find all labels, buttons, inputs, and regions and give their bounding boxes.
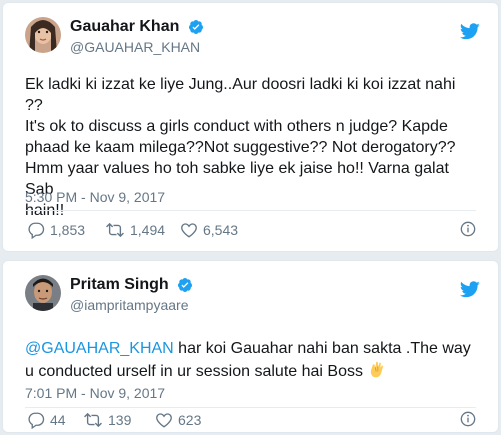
retweet-count: 139 bbox=[108, 412, 132, 428]
reply-icon bbox=[28, 222, 45, 239]
avatar[interactable] bbox=[25, 17, 61, 53]
reply-count: 44 bbox=[50, 412, 66, 428]
twitter-bird-icon[interactable] bbox=[460, 23, 480, 40]
display-name[interactable]: Gauahar Khan bbox=[70, 18, 179, 36]
like-button[interactable]: 6,543 bbox=[180, 221, 238, 239]
mention-link[interactable]: @GAUAHAR_KHAN bbox=[25, 340, 174, 357]
retweet-icon bbox=[106, 222, 124, 238]
avatar[interactable] bbox=[25, 275, 61, 311]
info-icon[interactable] bbox=[460, 221, 476, 237]
timestamp[interactable]: 7:01 PM - Nov 9, 2017 bbox=[25, 385, 165, 401]
verified-badge-icon bbox=[188, 20, 203, 34]
heart-icon bbox=[156, 413, 172, 428]
display-name[interactable]: Pritam Singh bbox=[70, 276, 169, 294]
like-button[interactable]: 623 bbox=[155, 411, 201, 429]
like-count: 623 bbox=[178, 412, 202, 428]
reply-button[interactable]: 44 bbox=[27, 411, 66, 429]
action-bar: 44 139 623 bbox=[25, 407, 476, 434]
retweet-icon bbox=[84, 412, 102, 428]
tweet-card[interactable]: Pritam Singh @iampritampyaare @GAUAHAR_K… bbox=[2, 260, 499, 433]
like-count: 6,543 bbox=[203, 222, 239, 238]
handle[interactable]: @GAUAHAR_KHAN bbox=[70, 39, 204, 55]
timestamp[interactable]: 5:30 PM - Nov 9, 2017 bbox=[25, 189, 165, 205]
reply-count: 1,853 bbox=[50, 222, 86, 238]
retweet-button[interactable]: 139 bbox=[83, 411, 131, 429]
handle[interactable]: @iampritampyaare bbox=[70, 297, 193, 313]
info-icon[interactable] bbox=[460, 411, 476, 427]
heart-icon bbox=[181, 223, 197, 238]
clapping-hands-emoji bbox=[370, 361, 383, 378]
reply-icon bbox=[28, 412, 45, 429]
tweet-text: @GAUAHAR_KHAN har koi Gauahar nahi ban s… bbox=[25, 338, 476, 382]
verified-badge-icon bbox=[178, 278, 193, 292]
tweet-card[interactable]: Gauahar Khan @GAUAHAR_KHAN Ek ladki ki i… bbox=[2, 2, 499, 252]
action-bar: 1,853 1,494 6,543 bbox=[25, 210, 476, 251]
twitter-bird-icon[interactable] bbox=[460, 281, 480, 298]
retweet-count: 1,494 bbox=[130, 222, 166, 238]
retweet-button[interactable]: 1,494 bbox=[105, 221, 165, 239]
reply-button[interactable]: 1,853 bbox=[27, 221, 85, 239]
